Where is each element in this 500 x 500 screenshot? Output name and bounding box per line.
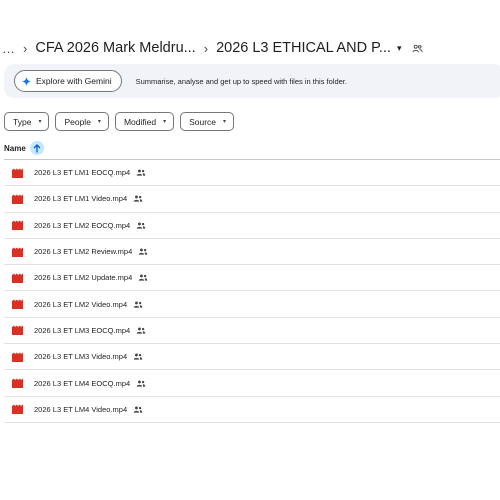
file-row[interactable]: 2026 L3 ET LM3 Video.mp4 [4,344,500,371]
breadcrumb-parent-folder[interactable]: CFA 2026 Mark Meldru... [35,40,195,56]
filter-modified-label: Modified [123,116,157,127]
file-name: 2026 L3 ET LM3 Video.mp4 [34,352,128,362]
file-row[interactable]: 2026 L3 ET LM2 Video.mp4 [4,291,500,318]
file-row[interactable]: 2026 L3 ET LM1 EOCQ.mp4 [4,160,500,187]
file-name: 2026 L3 ET LM1 Video.mp4 [34,194,128,204]
shared-icon [133,406,143,413]
file-name: 2026 L3 ET LM1 EOCQ.mp4 [34,168,131,178]
filter-type-chip[interactable]: Type ▾ [4,112,50,131]
shared-icon [138,274,148,281]
file-list: 2026 L3 ET LM1 EOCQ.mp4 2026 L3 ET LM1 V… [4,160,500,423]
shared-icon [133,353,143,360]
explore-with-gemini-label: Explore with Gemini [36,76,112,86]
breadcrumb-more-button[interactable]: … [2,41,15,56]
video-file-icon [12,168,24,178]
shared-icon [133,195,143,203]
explore-with-gemini-button[interactable]: Explore with Gemini [14,70,122,92]
chevron-down-icon: ▾ [163,119,167,125]
video-file-icon [12,247,24,257]
file-name: 2026 L3 ET LM4 Video.mp4 [34,404,128,414]
filter-source-label: Source [189,116,217,127]
video-file-icon [12,352,24,362]
file-name: 2026 L3 ET LM2 Video.mp4 [34,299,128,309]
shared-icon [136,327,146,334]
shared-icon [136,222,146,229]
video-file-icon [12,378,24,389]
file-row[interactable]: 2026 L3 ET LM3 EOCQ.mp4 [4,318,500,345]
gemini-hint-text: Summarise, analyse and get up to speed w… [135,76,347,86]
shared-icon [133,301,143,308]
filter-source-chip[interactable]: Source ▾ [180,112,235,131]
video-file-icon [12,299,24,310]
shared-icon [136,380,146,387]
filter-chips: Type ▾ People ▾ Modified ▾ Source ▾ [4,112,235,131]
chevron-down-icon: ▾ [223,119,227,125]
sort-ascending-button[interactable] [29,141,44,155]
video-file-icon [12,194,24,204]
name-column-header[interactable]: Name [4,139,44,157]
file-row[interactable]: 2026 L3 ET LM4 Video.mp4 [4,397,500,423]
file-row[interactable]: 2026 L3 ET LM1 Video.mp4 [4,186,500,213]
chevron-right-icon: › [203,40,209,56]
video-file-icon [12,325,24,336]
gemini-sparkle-icon [22,76,31,86]
folder-menu-caret-icon[interactable]: ▾ [397,43,402,54]
filter-people-label: People [64,116,91,127]
file-name: 2026 L3 ET LM3 EOCQ.mp4 [34,325,131,335]
file-row[interactable]: 2026 L3 ET LM2 EOCQ.mp4 [4,213,500,239]
file-name: 2026 L3 ET LM2 Update.mp4 [34,273,133,283]
video-file-icon [12,404,24,415]
breadcrumb: … › CFA 2026 Mark Meldru... › 2026 L3 ET… [0,36,500,60]
chevron-down-icon: ▾ [38,119,42,125]
chevron-down-icon: ▾ [97,119,101,125]
gemini-banner: Explore with Gemini Summarise, analyse a… [4,64,500,98]
arrow-up-icon [33,143,41,152]
shared-icon [136,169,146,176]
file-name: 2026 L3 ET LM2 EOCQ.mp4 [34,220,131,230]
filter-people-chip[interactable]: People ▾ [55,112,109,131]
file-name: 2026 L3 ET LM4 EOCQ.mp4 [34,378,131,388]
video-file-icon [12,220,24,231]
file-row[interactable]: 2026 L3 ET LM4 EOCQ.mp4 [4,370,500,397]
filter-type-label: Type [13,116,32,127]
shared-icon [138,248,148,255]
chevron-right-icon: › [23,40,28,56]
video-file-icon [12,273,24,283]
shared-folder-icon [412,44,423,53]
file-row[interactable]: 2026 L3 ET LM2 Review.mp4 [4,239,500,266]
file-row[interactable]: 2026 L3 ET LM2 Update.mp4 [4,265,500,292]
name-column-label: Name [4,143,26,153]
filter-modified-chip[interactable]: Modified ▾ [114,112,175,131]
file-name: 2026 L3 ET LM2 Review.mp4 [34,247,133,257]
breadcrumb-current-folder[interactable]: 2026 L3 ETHICAL AND P... [216,40,391,56]
